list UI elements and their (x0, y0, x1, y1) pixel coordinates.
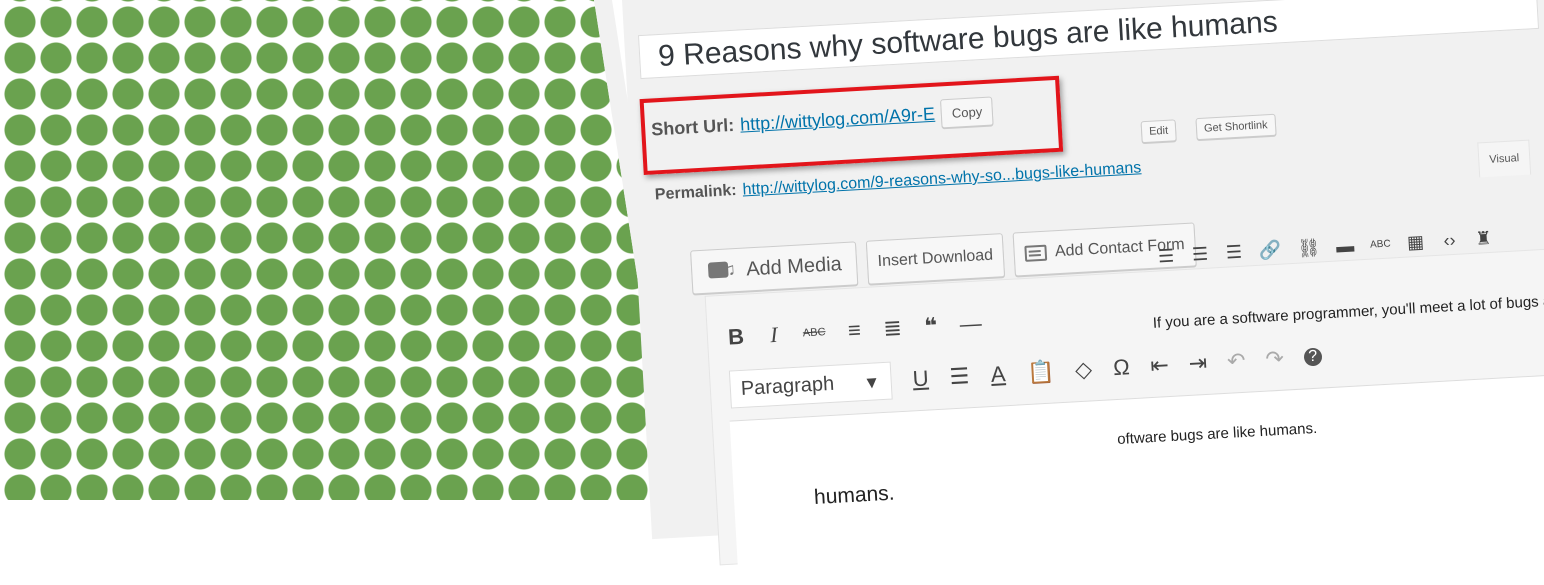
horizontal-line-icon[interactable]: — (959, 310, 982, 337)
post-title-input[interactable]: 9 Reasons why software bugs are like hum… (637, 0, 1540, 80)
add-media-label: Add Media (745, 252, 843, 280)
permalink-label: Permalink: (654, 181, 738, 204)
incognito-icon[interactable]: ♜ (1474, 228, 1493, 250)
indent-icon[interactable]: ⇥ (1188, 350, 1208, 377)
paste-text-icon[interactable]: 📋 (1026, 358, 1055, 385)
insert-download-label: Insert Download (877, 246, 994, 271)
code-icon[interactable]: ‹› (1440, 230, 1459, 252)
spellcheck-icon[interactable]: ABC (1370, 238, 1391, 250)
undo-icon[interactable]: ↶ (1226, 348, 1246, 375)
align-left-icon[interactable]: ☰ (1157, 246, 1176, 268)
justify-icon[interactable]: ☰ (949, 363, 970, 390)
form-icon (1024, 244, 1048, 262)
chevron-down-icon: ▾ (866, 370, 878, 394)
outdent-icon[interactable]: ⇤ (1150, 352, 1170, 379)
permalink-edit-button[interactable]: Edit (1140, 119, 1177, 144)
unlink-icon[interactable]: ⛓ (1297, 237, 1321, 259)
special-char-button[interactable]: Ω (1112, 354, 1131, 381)
italic-button[interactable]: I (764, 322, 783, 349)
bold-button[interactable]: B (726, 324, 745, 351)
toolbar-toggle-icon[interactable]: ▦ (1406, 232, 1425, 254)
align-center-icon[interactable]: ☰ (1191, 244, 1210, 266)
blockquote-icon[interactable]: ❝ (921, 313, 940, 340)
help-icon[interactable]: ? (1303, 347, 1323, 367)
insert-download-button[interactable]: Insert Download (865, 233, 1006, 285)
green-dot-pattern (0, 0, 672, 500)
add-media-button[interactable]: Add Media (690, 241, 858, 295)
content-line-3: humans. (813, 481, 896, 510)
get-shortlink-button[interactable]: Get Shortlink (1195, 113, 1277, 141)
read-more-icon[interactable]: ▬ (1336, 236, 1355, 258)
underline-button[interactable]: U (911, 365, 930, 392)
link-icon[interactable]: 🔗 (1258, 240, 1282, 262)
copy-button[interactable]: Copy (940, 95, 994, 128)
bullet-list-icon[interactable]: ≡ (845, 317, 864, 344)
wordpress-editor: 9 Reasons why software bugs are like hum… (622, 0, 1544, 581)
clear-format-icon[interactable]: ◇ (1074, 356, 1093, 383)
redo-icon[interactable]: ↷ (1265, 346, 1285, 373)
numbered-list-icon[interactable]: ≣ (883, 315, 903, 342)
tab-visual[interactable]: Visual (1477, 139, 1532, 178)
font-color-button[interactable]: A (989, 361, 1008, 388)
format-select-value: Paragraph (740, 372, 835, 400)
short-url-label: Short Url: (650, 114, 735, 140)
align-right-icon[interactable]: ☰ (1224, 242, 1243, 264)
media-icon (706, 257, 739, 285)
short-url-link[interactable]: http://wittylog.com/A9r-E (740, 103, 936, 135)
strikethrough-button[interactable]: ABC (803, 326, 826, 339)
